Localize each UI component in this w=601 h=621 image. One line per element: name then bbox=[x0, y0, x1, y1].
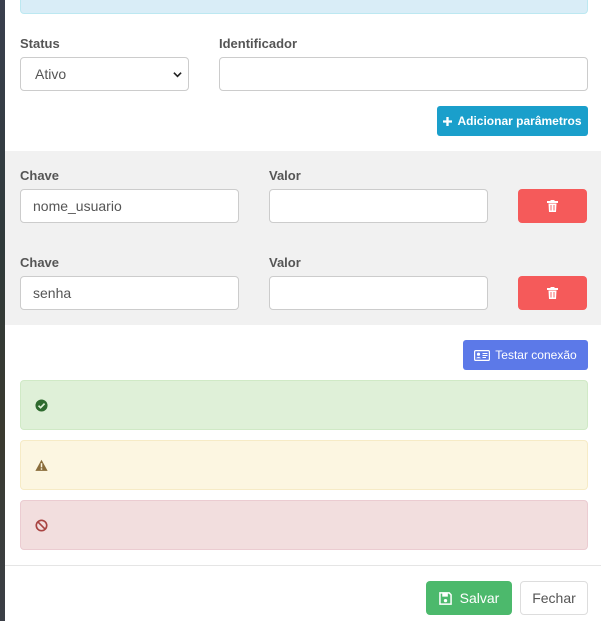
close-button-label: Fechar bbox=[532, 590, 576, 606]
trash-icon bbox=[547, 200, 558, 212]
param-key-label: Chave bbox=[20, 255, 60, 270]
param-value-label: Valor bbox=[269, 255, 301, 270]
param-value-label: Valor bbox=[269, 168, 301, 183]
param-key-input[interactable] bbox=[20, 189, 239, 223]
close-button[interactable]: Fechar bbox=[520, 581, 588, 615]
identifier-input[interactable] bbox=[219, 57, 588, 91]
check-circle-icon bbox=[35, 399, 48, 412]
floppy-disk-icon bbox=[438, 591, 452, 605]
id-card-icon bbox=[474, 349, 491, 361]
test-connection-label: Testar conexão bbox=[495, 348, 577, 362]
save-button-label: Salvar bbox=[459, 590, 500, 606]
warning-alert bbox=[20, 440, 588, 490]
param-value-input[interactable] bbox=[269, 189, 488, 223]
info-alert bbox=[20, 0, 588, 14]
modal-dialog: Status Ativo Identificador Adicionar par… bbox=[5, 0, 601, 621]
footer-divider bbox=[5, 565, 601, 566]
ban-icon bbox=[35, 519, 48, 532]
param-value-input[interactable] bbox=[269, 276, 488, 310]
success-alert bbox=[20, 380, 588, 430]
add-params-button[interactable]: Adicionar parâmetros bbox=[437, 106, 588, 136]
warning-triangle-icon bbox=[35, 459, 48, 471]
param-key-label: Chave bbox=[20, 168, 60, 183]
status-select-value: Ativo bbox=[35, 66, 67, 82]
plus-icon bbox=[443, 116, 453, 126]
test-connection-button[interactable]: Testar conexão bbox=[463, 340, 588, 370]
delete-param-button[interactable] bbox=[518, 189, 587, 223]
param-key-input[interactable] bbox=[20, 276, 239, 310]
params-panel: Chave Valor Chave Valor bbox=[5, 151, 601, 325]
add-params-button-label: Adicionar parâmetros bbox=[457, 114, 582, 128]
trash-icon bbox=[547, 287, 558, 299]
status-label: Status bbox=[20, 36, 60, 51]
save-button[interactable]: Salvar bbox=[426, 581, 512, 615]
danger-alert bbox=[20, 500, 588, 550]
chevron-down-icon bbox=[173, 72, 182, 78]
status-select[interactable]: Ativo bbox=[20, 57, 189, 91]
delete-param-button[interactable] bbox=[518, 276, 587, 310]
identifier-label: Identificador bbox=[219, 36, 298, 51]
